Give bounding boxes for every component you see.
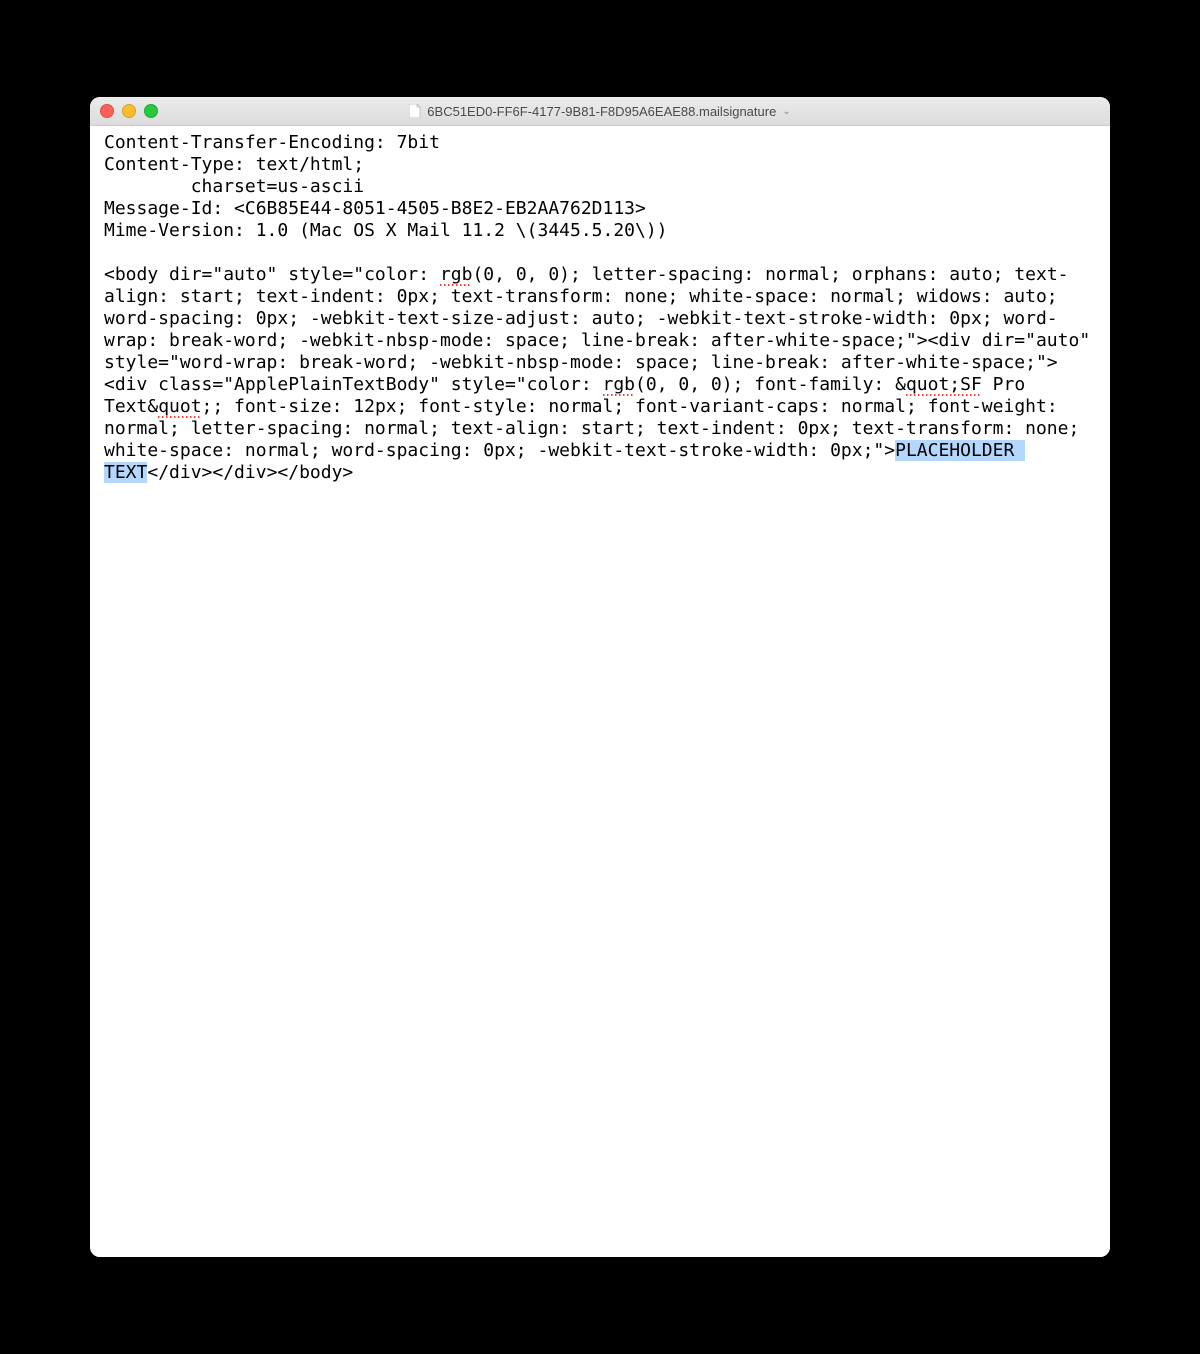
header-line: Content-Transfer-Encoding: 7bit: [104, 132, 1096, 154]
window-controls: [90, 104, 158, 118]
window-title-text: 6BC51ED0-FF6F-4177-9B81-F8D95A6EAE88.mai…: [427, 104, 776, 119]
spellcheck-squiggle: rgb: [603, 374, 636, 396]
chevron-down-icon: ⌄: [782, 106, 790, 117]
body-html: <body dir="auto" style="color: rgb(0, 0,…: [104, 264, 1096, 484]
blank-line: [104, 242, 1096, 264]
header-line: Content-Type: text/html;: [104, 154, 1096, 176]
document-icon: [409, 104, 421, 118]
text-editor-window: 6BC51ED0-FF6F-4177-9B81-F8D95A6EAE88.mai…: [90, 97, 1110, 1257]
header-line: charset=us-ascii: [104, 176, 1096, 198]
header-line: Mime-Version: 1.0 (Mac OS X Mail 11.2 \(…: [104, 220, 1096, 242]
close-icon[interactable]: [100, 104, 114, 118]
header-line: Message-Id: <C6B85E44-8051-4505-B8E2-EB2…: [104, 198, 1096, 220]
zoom-icon[interactable]: [144, 104, 158, 118]
minimize-icon[interactable]: [122, 104, 136, 118]
titlebar[interactable]: 6BC51ED0-FF6F-4177-9B81-F8D95A6EAE88.mai…: [90, 97, 1110, 126]
spellcheck-squiggle: quot;SF: [906, 374, 982, 396]
spellcheck-squiggle: rgb: [440, 264, 473, 286]
spellcheck-squiggle: quot: [158, 396, 201, 418]
editor-content[interactable]: Content-Transfer-Encoding: 7bitContent-T…: [90, 126, 1110, 1257]
window-title: 6BC51ED0-FF6F-4177-9B81-F8D95A6EAE88.mai…: [90, 104, 1110, 119]
